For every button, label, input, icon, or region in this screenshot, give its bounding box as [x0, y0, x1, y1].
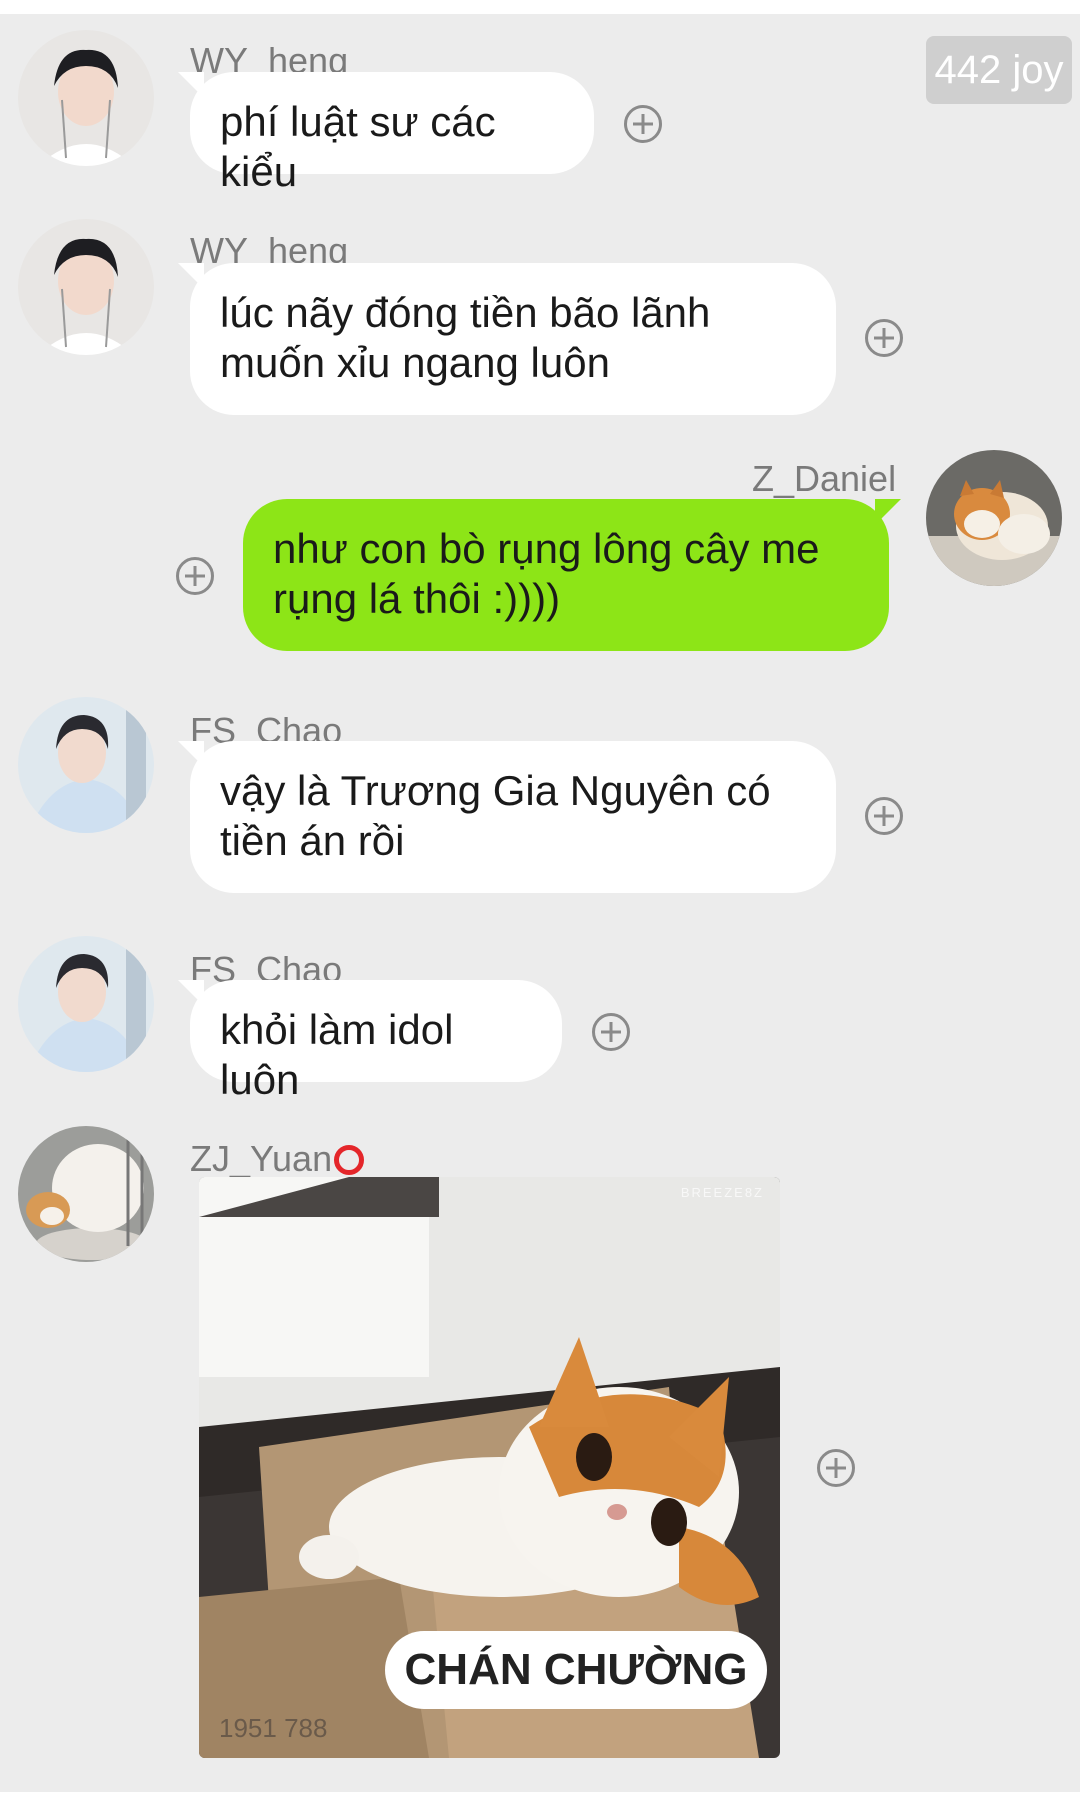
add-reaction-icon[interactable] [176, 557, 214, 595]
add-reaction-icon[interactable] [817, 1449, 855, 1487]
add-reaction-icon[interactable] [624, 105, 662, 143]
message-bubble[interactable]: lúc nãy đóng tiền bão lãnh muốn xỉu ngan… [178, 263, 836, 415]
sticker-image[interactable]: 1951 788 BREEZE8Z CHÁN CHƯỜNG [199, 1177, 780, 1758]
message-bubble-outgoing[interactable]: như con bò rụng lông cây me rụng lá thôi… [243, 499, 901, 651]
add-reaction-icon[interactable] [592, 1013, 630, 1051]
add-reaction-icon[interactable] [865, 797, 903, 835]
chat-area[interactable]: 442 joy WY_heng phí luật sư các kiểu WY_… [0, 14, 1080, 1792]
sender-name: Z_Daniel [752, 458, 897, 499]
avatar-wy-heng[interactable] [18, 30, 154, 166]
sender-name-text: ZJ_Yuan [190, 1138, 333, 1179]
avatar-wy-heng[interactable] [18, 219, 154, 355]
svg-text:1951 788: 1951 788 [219, 1713, 327, 1743]
add-reaction-icon[interactable] [865, 319, 903, 357]
sticker-watermark: BREEZE8Z [680, 1185, 764, 1200]
message-bubble[interactable]: vậy là Trương Gia Nguyên có tiền án rồi [178, 741, 836, 893]
message-bubble[interactable]: phí luật sư các kiểu [178, 72, 594, 195]
red-ring-icon [334, 1145, 365, 1175]
sticker-caption: CHÁN CHƯỜNG [385, 1631, 767, 1709]
avatar-fs-chao[interactable] [18, 697, 154, 833]
sender-name: ZJ_Yuan [190, 1138, 365, 1180]
message-bubble[interactable]: khỏi làm idol luôn [178, 980, 562, 1103]
joy-count-badge: 442 joy [926, 36, 1072, 104]
avatar-z-daniel[interactable] [926, 450, 1062, 586]
avatar-zj-yuan[interactable] [18, 1126, 154, 1262]
avatar-fs-chao[interactable] [18, 936, 154, 1072]
